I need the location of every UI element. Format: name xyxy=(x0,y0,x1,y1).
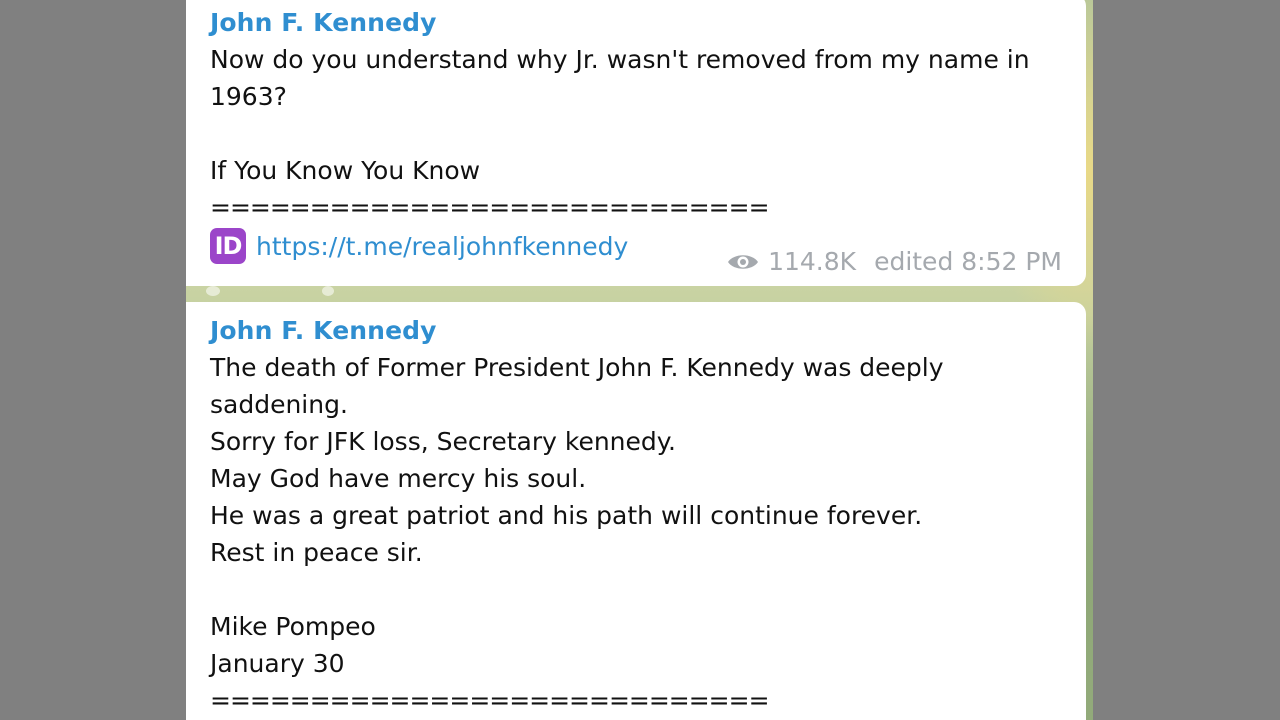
message-text-line: The death of Former President John F. Ke… xyxy=(210,353,944,382)
edited-timestamp: edited 8:52 PM xyxy=(874,247,1062,276)
message-text-line: Rest in peace sir. xyxy=(210,538,423,567)
message-text-line: Now do you understand why Jr. wasn't rem… xyxy=(210,45,1030,74)
chat-area: John F. Kennedy Now do you understand wh… xyxy=(186,0,1093,720)
id-emoji-icon: ID xyxy=(210,228,246,264)
message-text-line: 1963? xyxy=(210,82,287,111)
view-count: 114.8K xyxy=(768,247,857,276)
message-text-line: Mike Pompeo xyxy=(210,612,376,641)
message-separator-line: ============================ xyxy=(210,193,770,222)
message-text-line: Sorry for JFK loss, Secretary kennedy. xyxy=(210,427,676,456)
message-sender[interactable]: John F. Kennedy xyxy=(210,4,1062,41)
wallpaper-decoration xyxy=(322,286,334,296)
message-text-line: January 30 xyxy=(210,649,345,678)
channel-link[interactable]: https://t.me/realjohnfkennedy xyxy=(256,228,628,265)
message-bubble[interactable]: John F. Kennedy The death of Former Pres… xyxy=(186,302,1086,720)
message-text-line: He was a great patriot and his path will… xyxy=(210,501,923,530)
message-separator-line: ============================ xyxy=(210,686,770,715)
message-bubble[interactable]: John F. Kennedy Now do you understand wh… xyxy=(186,0,1086,286)
message-sender[interactable]: John F. Kennedy xyxy=(210,312,1062,349)
message-meta: 114.8K edited 8:52 PM xyxy=(726,247,1062,276)
message-text-line: May God have mercy his soul. xyxy=(210,464,587,493)
eye-icon xyxy=(728,254,759,269)
message-text-line: saddening. xyxy=(210,390,348,419)
message-text-line: If You Know You Know xyxy=(210,156,481,185)
wallpaper-decoration xyxy=(206,286,220,296)
